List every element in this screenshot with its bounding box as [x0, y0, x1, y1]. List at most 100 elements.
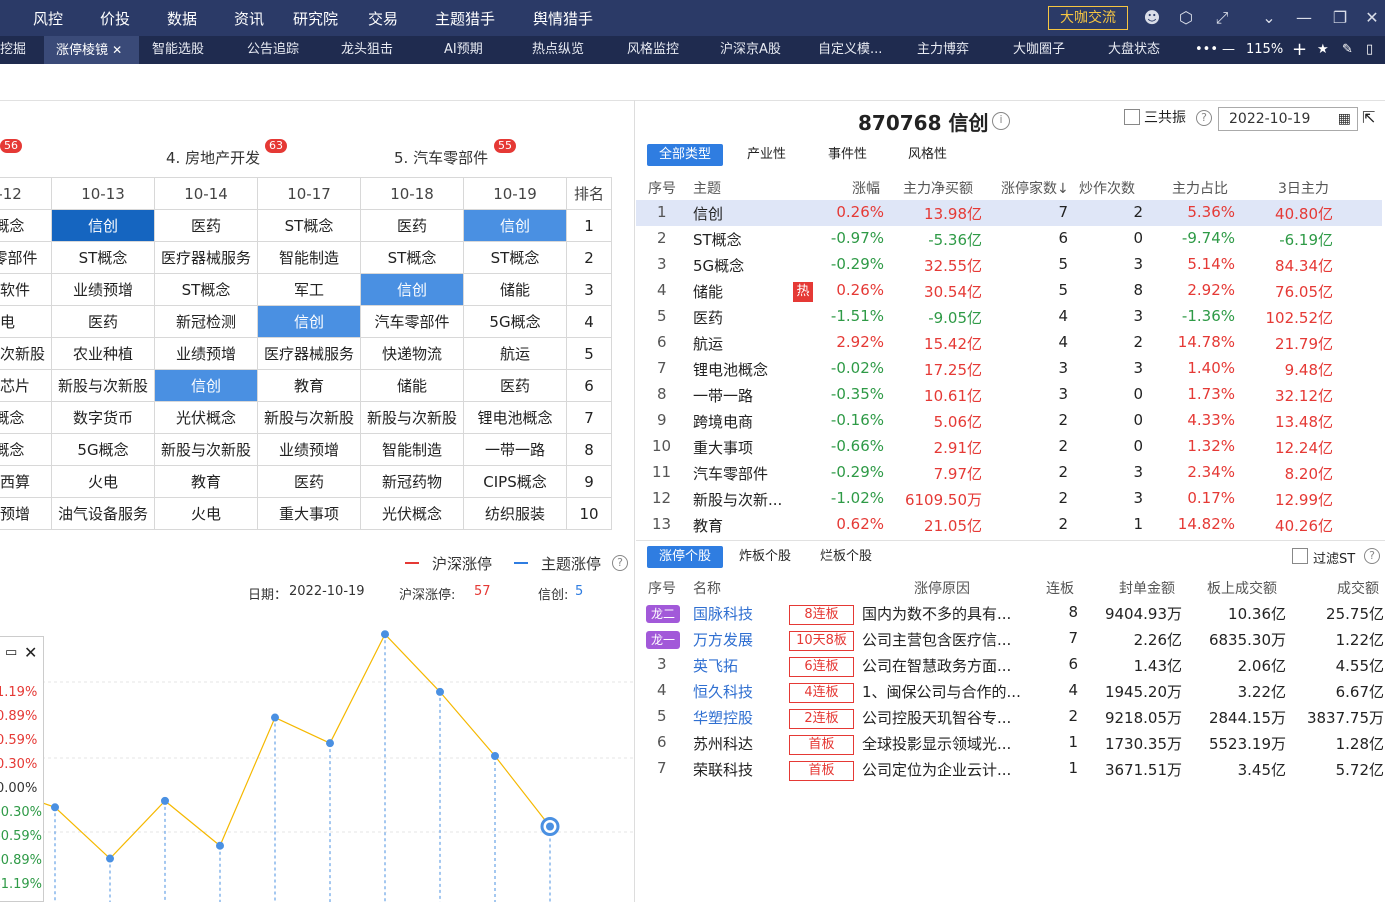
limit-reason[interactable]: 全球投影显示领域光... [862, 733, 1011, 754]
theme-table-header[interactable]: 涨停家数↓ [1001, 178, 1069, 198]
popup-close-icon[interactable]: ✕ [24, 643, 37, 662]
theme-cell[interactable]: ST概念 [0, 401, 52, 434]
edit-icon[interactable]: ✎ [1342, 36, 1353, 64]
theme-cell[interactable]: 火电 [51, 465, 155, 498]
theme-cell[interactable]: 业绩预增 [154, 337, 258, 370]
zoom-out-icon[interactable]: — [1222, 36, 1235, 64]
theme-cell[interactable]: 5G概念 [51, 433, 155, 466]
nav-zixun[interactable]: 资讯 [234, 8, 264, 29]
shrink-icon[interactable]: ⤢ [1212, 9, 1232, 27]
stock-table-header[interactable]: 连板 [1046, 578, 1074, 598]
theme-name[interactable]: 储能 [693, 281, 723, 302]
theme-name[interactable]: 新股与次新... [693, 489, 782, 510]
theme-cell[interactable]: 新股与次新股 [154, 433, 258, 466]
subtab-industry[interactable]: 产业性 [747, 144, 786, 166]
tab-gonggao[interactable]: 公告追踪 [247, 36, 299, 64]
stock-table-header[interactable]: 封单金额 [1119, 578, 1175, 598]
tab-close-icon[interactable]: ✕ [112, 43, 122, 57]
stock-name[interactable]: 恒久科技 [693, 681, 753, 702]
stock-name[interactable]: 荣联科技 [693, 759, 753, 780]
theme-cell[interactable]: 航运 [463, 337, 567, 370]
tab-longtou[interactable]: 龙头狙击 [341, 36, 393, 64]
stock-table-header[interactable]: 名称 [693, 578, 721, 598]
theme-cell[interactable]: 纺织服装 [463, 497, 567, 530]
calendar-icon[interactable]: ▦ [1338, 108, 1351, 130]
limit-reason[interactable]: 1、闽保公司与合作的... [862, 681, 1021, 702]
chevron-down-icon[interactable]: ⌄ [1259, 9, 1279, 27]
theme-cell[interactable]: ST概念 [257, 209, 361, 242]
theme-table-header[interactable]: 序号 [648, 178, 676, 198]
theme-cell[interactable]: 信创 [154, 369, 258, 402]
settings-icon[interactable]: ⬡ [1176, 9, 1196, 27]
theme-table-header[interactable]: 3日主力 [1278, 178, 1329, 198]
theme-cell[interactable]: 储能 [463, 273, 567, 306]
tab-custom[interactable]: 自定义模... [818, 36, 882, 64]
theme-name[interactable]: 医药 [693, 307, 723, 328]
theme-cell[interactable]: ST概念 [0, 209, 52, 242]
theme-cell[interactable]: 火电 [0, 305, 52, 338]
theme-cell[interactable]: 医药 [463, 369, 567, 402]
theme-cell[interactable]: ST概念 [51, 241, 155, 274]
data-point[interactable] [106, 854, 114, 863]
popup-minimize-icon[interactable]: ▭ [5, 645, 17, 660]
theme-cell[interactable]: ST概念 [463, 241, 567, 274]
theme-cell[interactable]: 业绩预增 [0, 497, 52, 530]
theme-name[interactable]: 锂电池概念 [693, 359, 768, 380]
theme-cell[interactable]: 医药 [51, 305, 155, 338]
theme-cell[interactable]: 火电 [154, 497, 258, 530]
nav-jiaoyi[interactable]: 交易 [368, 8, 398, 29]
theme-table-header[interactable]: 涨幅 [852, 178, 880, 198]
brand-button[interactable]: 大咖交流 [1048, 6, 1128, 30]
tab-zhuli[interactable]: 主力博弈 [917, 36, 969, 64]
theme-cell[interactable]: 汽车零部件 [360, 305, 464, 338]
user-icon[interactable]: ☻ [1142, 9, 1162, 27]
data-point[interactable] [161, 796, 169, 805]
theme-cell[interactable]: ST概念 [360, 241, 464, 274]
layout-icon[interactable]: ▯ [1366, 36, 1373, 64]
sangong-checkbox[interactable] [1124, 109, 1140, 125]
nav-shuju[interactable]: 数据 [167, 8, 197, 29]
theme-cell[interactable]: 工业软件 [0, 273, 52, 306]
nav-fengkong[interactable]: 风控 [33, 8, 63, 29]
theme-cell[interactable]: 光伏概念 [360, 497, 464, 530]
theme-cell[interactable]: 新股与次新股 [360, 401, 464, 434]
limit-reason[interactable]: 公司主营包含医疗信... [862, 629, 1011, 650]
theme-cell[interactable]: 农业种植 [51, 337, 155, 370]
data-point[interactable] [381, 630, 389, 639]
theme-table-header[interactable]: 主力占比 [1172, 178, 1228, 198]
tab-ai[interactable]: AI预期 [444, 36, 483, 64]
theme-cell[interactable]: 业绩预增 [257, 433, 361, 466]
theme-name[interactable]: 5G概念 [693, 255, 744, 276]
theme-cell[interactable]: 信创 [257, 305, 361, 338]
theme-cell[interactable]: 智能制造 [257, 241, 361, 274]
theme-cell[interactable]: 新股与次新股 [51, 369, 155, 402]
star-icon[interactable]: ★ [1317, 36, 1329, 64]
data-point[interactable] [436, 687, 444, 696]
stocktab-broken[interactable]: 炸板个股 [739, 546, 791, 568]
theme-cell[interactable]: 数字货币 [51, 401, 155, 434]
limit-reason[interactable]: 国内为数不多的具有... [862, 603, 1011, 624]
theme-cell[interactable]: 5G概念 [463, 305, 567, 338]
data-point[interactable] [491, 752, 499, 760]
sector-label[interactable]: 4. 房地产开发 [166, 147, 260, 168]
data-point[interactable] [216, 841, 224, 850]
help-icon[interactable]: ? [1364, 548, 1380, 564]
subtab-all[interactable]: 全部类型 [647, 144, 724, 166]
theme-name[interactable]: 汽车零部件 [693, 463, 768, 484]
sector-label[interactable]: 5. 汽车零部件 [394, 147, 488, 168]
theme-cell[interactable]: 信创 [360, 273, 464, 306]
theme-cell[interactable]: 医疗器械服务 [154, 241, 258, 274]
date-picker[interactable]: 2022-10-19 ▦ [1218, 107, 1358, 131]
theme-cell[interactable]: ST概念 [0, 433, 52, 466]
stock-table-header[interactable]: 成交额 [1337, 578, 1379, 598]
limit-reason[interactable]: 公司控股天玑智谷专... [862, 707, 1011, 728]
limit-reason[interactable]: 公司定位为企业云计... [862, 759, 1011, 780]
theme-cell[interactable]: 信创 [51, 209, 155, 242]
theme-cell[interactable]: 业绩预增 [51, 273, 155, 306]
data-point[interactable] [271, 713, 279, 722]
theme-cell[interactable]: 新股与次新股 [257, 401, 361, 434]
subtab-style[interactable]: 风格性 [908, 144, 947, 166]
stocktab-limitup[interactable]: 涨停个股 [647, 546, 724, 568]
theme-cell[interactable]: 新股与次新股 [0, 337, 52, 370]
theme-cell[interactable]: 油气设备服务 [51, 497, 155, 530]
